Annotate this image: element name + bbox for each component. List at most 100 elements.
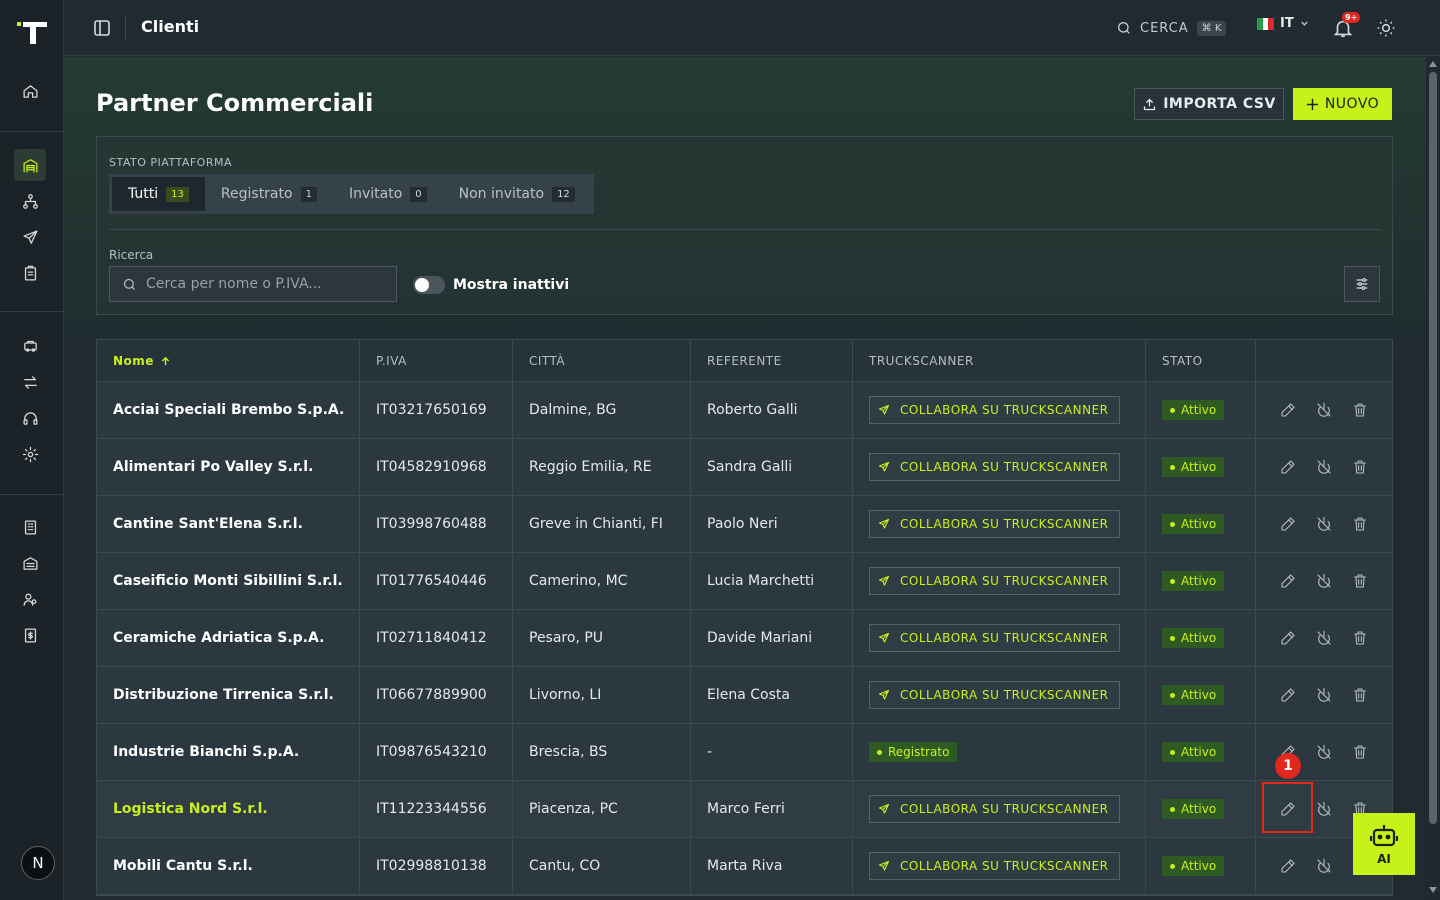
filter-divider — [109, 229, 1381, 230]
table-row[interactable]: Mobili Cantu S.r.l. IT02998810138 Cantu,… — [97, 838, 1392, 895]
edit-pencil-icon[interactable] — [1280, 858, 1296, 874]
collaborate-truckscanner-button[interactable]: COLLABORA SU TRUCKSCANNER — [869, 624, 1120, 652]
edit-pencil-icon[interactable] — [1280, 687, 1296, 703]
deactivate-icon[interactable] — [1316, 744, 1332, 760]
cell-name[interactable]: Acciai Speciali Brembo S.p.A. — [97, 382, 360, 438]
tab-non-invitato[interactable]: Non invitato 12 — [443, 177, 591, 211]
cell-name[interactable]: Caseificio Monti Sibillini S.r.l. — [97, 553, 360, 609]
import-csv-label: IMPORTA CSV — [1163, 96, 1276, 112]
tab-registrato[interactable]: Registrato 1 — [205, 177, 333, 211]
send-icon[interactable] — [14, 221, 46, 253]
table-row[interactable]: Caseificio Monti Sibillini S.r.l. IT0177… — [97, 553, 1392, 610]
edit-pencil-icon[interactable] — [1280, 402, 1296, 418]
building-icon[interactable] — [14, 511, 46, 543]
scroll-up-arrow-icon[interactable] — [1429, 61, 1437, 67]
language-selector[interactable]: IT — [1257, 16, 1309, 31]
invoice-icon[interactable] — [14, 619, 46, 651]
collaborate-truckscanner-button[interactable]: COLLABORA SU TRUCKSCANNER — [869, 795, 1120, 823]
global-search-button[interactable]: CERCA ⌘ K — [1116, 16, 1227, 40]
deactivate-icon[interactable] — [1316, 687, 1332, 703]
app-logo[interactable] — [17, 22, 47, 44]
deactivate-icon[interactable] — [1316, 573, 1332, 589]
clipboard-icon[interactable] — [14, 257, 46, 289]
cell-contact: Roberto Galli — [691, 382, 853, 438]
cell-name[interactable]: Industrie Bianchi S.p.A. — [97, 724, 360, 780]
status-dot — [1170, 692, 1175, 698]
status-badge: Attivo — [1162, 742, 1225, 762]
table-row[interactable]: Acciai Speciali Brembo S.p.A. IT03217650… — [97, 382, 1392, 439]
new-partner-button[interactable]: NUOVO — [1293, 88, 1392, 120]
cell-name[interactable]: Distribuzione Tirrenica S.r.l. — [97, 667, 360, 723]
cell-name[interactable]: Alimentari Po Valley S.r.l. — [97, 439, 360, 495]
column-header-nome[interactable]: Nome — [97, 340, 360, 382]
show-inactive-label: Mostra inattivi — [453, 277, 570, 293]
network-icon[interactable] — [14, 185, 46, 217]
table-row[interactable]: Logistica Nord S.r.l. IT11223344556 Piac… — [97, 781, 1392, 838]
status-label: Attivo — [1181, 859, 1217, 873]
warehouse-icon[interactable] — [14, 149, 46, 181]
ai-assistant-button[interactable]: AI — [1353, 813, 1415, 875]
deactivate-icon[interactable] — [1316, 516, 1332, 532]
vertical-scrollbar[interactable] — [1426, 57, 1440, 900]
collaborate-truckscanner-button[interactable]: COLLABORA SU TRUCKSCANNER — [869, 396, 1120, 424]
column-header-stato[interactable]: STATO — [1146, 340, 1256, 382]
user-avatar[interactable]: N — [21, 846, 55, 880]
tab-invitato[interactable]: Invitato 0 — [333, 177, 443, 211]
status-dot — [1170, 863, 1175, 869]
table-row[interactable]: Cantine Sant'Elena S.r.l. IT03998760488 … — [97, 496, 1392, 553]
column-header-referente[interactable]: REFERENTE — [691, 340, 853, 382]
cell-name[interactable]: Cantine Sant'Elena S.r.l. — [97, 496, 360, 552]
settings-gear-icon[interactable] — [14, 438, 46, 470]
collaborate-truckscanner-button[interactable]: COLLABORA SU TRUCKSCANNER — [869, 852, 1120, 880]
delete-trash-icon[interactable] — [1352, 687, 1368, 703]
edit-pencil-icon[interactable] — [1280, 459, 1296, 475]
advanced-filters-button[interactable] — [1344, 266, 1380, 302]
deactivate-icon[interactable] — [1316, 459, 1332, 475]
table-row[interactable]: Alimentari Po Valley S.r.l. IT0458291096… — [97, 439, 1392, 496]
edit-pencil-icon[interactable] — [1280, 573, 1296, 589]
stack-icon[interactable] — [14, 547, 46, 579]
cell-city: Pesaro, PU — [513, 610, 691, 666]
edit-pencil-icon[interactable] — [1280, 630, 1296, 646]
table-row[interactable]: Industrie Bianchi S.p.A. IT09876543210 B… — [97, 724, 1392, 781]
collaborate-truckscanner-button[interactable]: COLLABORA SU TRUCKSCANNER — [869, 567, 1120, 595]
column-label: Nome — [113, 354, 154, 368]
users-icon[interactable] — [14, 583, 46, 615]
deactivate-icon[interactable] — [1316, 858, 1332, 874]
column-header-truckscanner[interactable]: TRUCKSCANNER — [853, 340, 1146, 382]
tab-tutti[interactable]: Tutti 13 — [112, 177, 205, 211]
column-header-piva[interactable]: P.IVA — [360, 340, 513, 382]
delete-trash-icon[interactable] — [1352, 573, 1368, 589]
delete-trash-icon[interactable] — [1352, 459, 1368, 475]
deactivate-icon[interactable] — [1316, 630, 1332, 646]
table-row[interactable]: Distribuzione Tirrenica S.r.l. IT0667788… — [97, 667, 1392, 724]
home-icon[interactable] — [14, 75, 46, 107]
deactivate-icon[interactable] — [1316, 801, 1332, 817]
transfer-icon[interactable] — [14, 366, 46, 398]
collaborate-truckscanner-button[interactable]: COLLABORA SU TRUCKSCANNER — [869, 510, 1120, 538]
delete-trash-icon[interactable] — [1352, 744, 1368, 760]
show-inactive-toggle[interactable] — [413, 276, 445, 294]
table-row[interactable]: Ceramiche Adriatica S.p.A. IT02711840412… — [97, 610, 1392, 667]
collaborate-truckscanner-button[interactable]: COLLABORA SU TRUCKSCANNER — [869, 681, 1120, 709]
scroll-down-arrow-icon[interactable] — [1429, 887, 1437, 893]
column-header-citta[interactable]: CITTÀ — [513, 340, 691, 382]
edit-pencil-icon[interactable] — [1280, 516, 1296, 532]
partner-search-input[interactable] — [146, 276, 386, 292]
cell-name[interactable]: Mobili Cantu S.r.l. — [97, 838, 360, 894]
delete-trash-icon[interactable] — [1352, 402, 1368, 418]
platform-status-label: STATO PIATTAFORMA — [109, 156, 233, 169]
import-csv-button[interactable]: IMPORTA CSV — [1134, 88, 1284, 120]
headset-icon[interactable] — [14, 402, 46, 434]
truck-icon[interactable] — [14, 330, 46, 362]
delete-trash-icon[interactable] — [1352, 516, 1368, 532]
sidebar-toggle-icon[interactable] — [92, 18, 112, 38]
deactivate-icon[interactable] — [1316, 402, 1332, 418]
cell-name[interactable]: Ceramiche Adriatica S.p.A. — [97, 610, 360, 666]
theme-toggle-sun-icon[interactable] — [1376, 18, 1396, 38]
cell-name[interactable]: Logistica Nord S.r.l. — [97, 781, 360, 837]
collaborate-truckscanner-button[interactable]: COLLABORA SU TRUCKSCANNER — [869, 453, 1120, 481]
notification-badge: 9+ — [1342, 12, 1361, 23]
scrollbar-thumb[interactable] — [1429, 72, 1437, 824]
delete-trash-icon[interactable] — [1352, 630, 1368, 646]
